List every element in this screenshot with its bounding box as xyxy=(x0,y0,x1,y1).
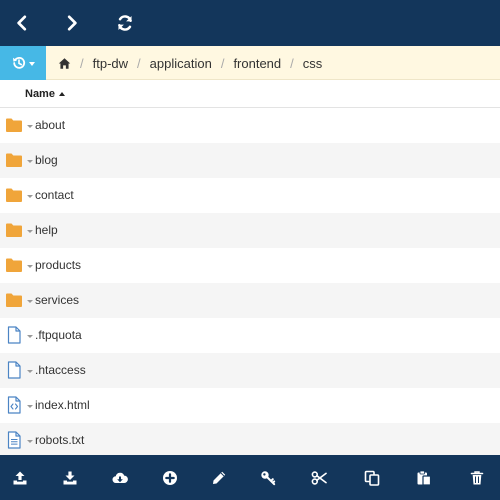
item-menu-caret-icon[interactable] xyxy=(27,160,33,163)
refresh-button[interactable] xyxy=(110,8,140,38)
list-item[interactable]: about xyxy=(0,108,500,143)
item-menu-caret-icon[interactable] xyxy=(27,405,33,408)
breadcrumb-separator: / xyxy=(137,55,141,71)
chevron-down-icon xyxy=(29,62,35,66)
bottom-toolbar xyxy=(0,455,500,500)
sort-ascending-icon xyxy=(58,92,65,96)
list-item-name: .htaccess xyxy=(35,363,86,377)
list-item-name: .ftpquota xyxy=(35,328,82,342)
folder-icon xyxy=(5,116,23,134)
copy-button[interactable] xyxy=(362,468,382,488)
file-icon xyxy=(5,326,23,344)
list-item[interactable]: robots.txt xyxy=(0,423,500,458)
name-column-label: Name xyxy=(25,88,55,100)
cut-button[interactable] xyxy=(309,468,329,488)
permissions-button[interactable] xyxy=(258,468,278,488)
list-item[interactable]: contact xyxy=(0,178,500,213)
list-item-name: services xyxy=(35,293,80,307)
breadcrumb-separator: / xyxy=(220,55,225,71)
folder-icon xyxy=(5,256,23,274)
forward-button[interactable] xyxy=(57,8,87,38)
name-column-header[interactable]: Name xyxy=(25,80,65,108)
home-icon[interactable] xyxy=(58,57,71,70)
item-menu-caret-icon[interactable] xyxy=(27,265,33,268)
history-button[interactable] xyxy=(0,46,46,80)
list-item[interactable]: index.html xyxy=(0,388,500,423)
path-bar: / ftp-dw / application / frontend / css xyxy=(0,46,500,80)
breadcrumb-current[interactable]: css xyxy=(303,56,323,71)
top-bar xyxy=(0,0,500,46)
new-item-button[interactable] xyxy=(160,468,180,488)
file-list: about blog contact help products services .ftp… xyxy=(0,108,500,458)
list-item[interactable]: products xyxy=(0,248,500,283)
item-menu-caret-icon[interactable] xyxy=(27,440,33,443)
list-item-name: index.html xyxy=(35,398,90,412)
breadcrumb: / ftp-dw / application / frontend / css xyxy=(58,46,322,80)
key-icon xyxy=(261,471,276,486)
list-header: Name xyxy=(0,80,500,108)
item-menu-caret-icon[interactable] xyxy=(27,230,33,233)
list-item[interactable]: blog xyxy=(0,143,500,178)
code-file-icon xyxy=(5,396,23,414)
paste-button[interactable] xyxy=(414,468,434,488)
list-item[interactable]: services xyxy=(0,283,500,318)
list-item-name: help xyxy=(35,223,58,237)
history-icon xyxy=(13,56,26,69)
upload-icon xyxy=(13,471,27,485)
download-icon xyxy=(63,471,77,485)
chevron-left-icon xyxy=(17,15,27,31)
refresh-icon xyxy=(118,15,132,31)
list-item-name: about xyxy=(35,118,66,132)
breadcrumb-item[interactable]: application xyxy=(150,56,212,71)
add-icon xyxy=(163,471,177,485)
delete-icon xyxy=(470,471,484,485)
folder-icon xyxy=(5,186,23,204)
paste-icon xyxy=(417,470,432,486)
item-menu-caret-icon[interactable] xyxy=(27,195,33,198)
edit-icon xyxy=(213,471,226,484)
list-item-name: robots.txt xyxy=(35,433,85,447)
text-file-icon xyxy=(5,431,23,449)
folder-icon xyxy=(5,221,23,239)
cloud-download-icon xyxy=(112,472,128,484)
breadcrumb-item[interactable]: ftp-dw xyxy=(93,56,128,71)
list-item-name: contact xyxy=(35,188,74,202)
cloud-download-button[interactable] xyxy=(110,468,130,488)
item-menu-caret-icon[interactable] xyxy=(27,370,33,373)
back-button[interactable] xyxy=(7,8,37,38)
edit-button[interactable] xyxy=(209,468,229,488)
list-item[interactable]: .htaccess xyxy=(0,353,500,388)
chevron-right-icon xyxy=(67,15,77,31)
list-item-name: products xyxy=(35,258,82,272)
cut-icon xyxy=(311,471,327,485)
download-button[interactable] xyxy=(60,468,80,488)
folder-icon xyxy=(5,151,23,169)
item-menu-caret-icon[interactable] xyxy=(27,300,33,303)
list-item[interactable]: .ftpquota xyxy=(0,318,500,353)
list-item-name: blog xyxy=(35,153,58,167)
breadcrumb-item[interactable]: frontend xyxy=(233,56,281,71)
copy-icon xyxy=(364,470,380,486)
item-menu-caret-icon[interactable] xyxy=(27,335,33,338)
upload-button[interactable] xyxy=(10,468,30,488)
item-menu-caret-icon[interactable] xyxy=(27,125,33,128)
breadcrumb-separator: / xyxy=(80,55,84,71)
breadcrumb-separator: / xyxy=(290,55,294,71)
list-item[interactable]: help xyxy=(0,213,500,248)
delete-button[interactable] xyxy=(467,468,487,488)
file-icon xyxy=(5,361,23,379)
folder-icon xyxy=(5,291,23,309)
